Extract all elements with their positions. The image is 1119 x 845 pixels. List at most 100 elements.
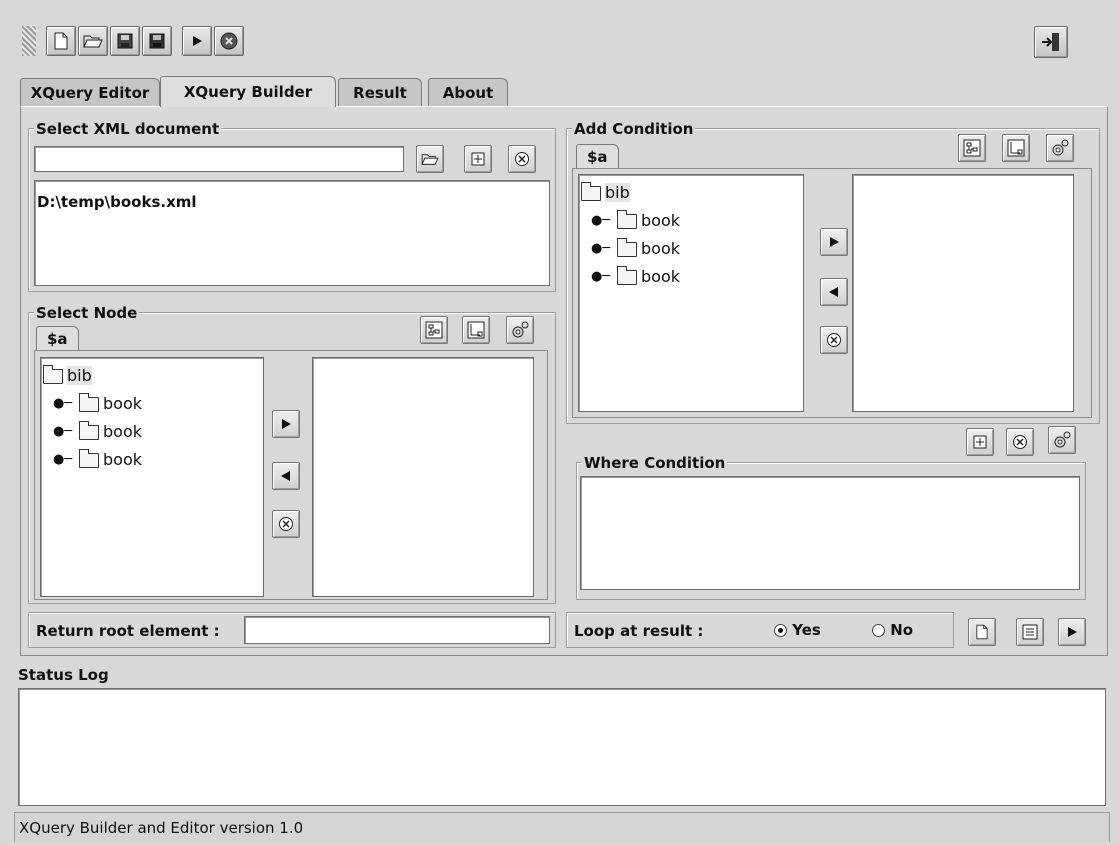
- expand-handle-icon[interactable]: ●─: [53, 425, 79, 438]
- expand-handle-icon[interactable]: ●─: [591, 242, 617, 255]
- expand-handle-icon[interactable]: ●─: [53, 453, 79, 466]
- add-condition-title: Add Condition: [572, 120, 696, 138]
- xml-path-input[interactable]: [34, 146, 404, 172]
- select-node-title: Select Node: [34, 304, 140, 322]
- save-icon: [117, 33, 133, 49]
- where-add-button[interactable]: [966, 428, 994, 456]
- add-condition-expand-button[interactable]: [1002, 134, 1030, 162]
- arrow-right-icon: [830, 237, 839, 247]
- tree-node-book[interactable]: ●─ book: [53, 392, 142, 414]
- add-condition-subtab[interactable]: $a: [576, 144, 619, 168]
- where-remove-button[interactable]: [1006, 428, 1034, 456]
- add-icon: [471, 152, 485, 166]
- add-icon: [973, 435, 987, 449]
- condition-nodes-list[interactable]: [852, 174, 1074, 412]
- status-bar-text: XQuery Builder and Editor version 1.0: [19, 819, 304, 837]
- select-node-remove-button[interactable]: [272, 462, 300, 490]
- loop-no-radio[interactable]: No: [872, 621, 913, 639]
- execute-query-button[interactable]: [1058, 618, 1086, 646]
- where-settings-button[interactable]: [1048, 426, 1076, 454]
- where-condition-area[interactable]: [580, 476, 1080, 590]
- gear-icon: [1054, 431, 1071, 448]
- add-condition-tree[interactable]: bib ●─ book ●─ book ●─ book: [578, 174, 804, 412]
- tree-root-bib[interactable]: bib: [581, 181, 630, 203]
- select-node-expand-button[interactable]: [462, 316, 490, 344]
- add-xml-button[interactable]: [464, 145, 492, 173]
- tab-about[interactable]: About: [428, 78, 508, 106]
- stop-button[interactable]: [214, 26, 244, 56]
- loop-yes-radio[interactable]: Yes: [774, 621, 821, 639]
- select-node-tree-view-button[interactable]: [420, 316, 448, 344]
- browse-xml-button[interactable]: [416, 145, 444, 173]
- select-xml-title: Select XML document: [34, 120, 222, 138]
- folder-icon: [581, 181, 601, 201]
- expand-handle-icon[interactable]: ●─: [591, 270, 617, 283]
- folder-icon: [79, 420, 99, 440]
- stop-icon: [220, 32, 238, 50]
- tree-node-book[interactable]: ●─ book: [591, 209, 680, 231]
- folder-icon: [617, 209, 637, 229]
- xml-document-list[interactable]: D:\temp\books.xml: [34, 180, 550, 286]
- tree-root-bib[interactable]: bib: [43, 364, 92, 386]
- expand-node-icon: [1007, 139, 1025, 157]
- save-as-button[interactable]: [142, 26, 172, 56]
- tree-view-icon: [963, 139, 981, 157]
- xml-document-item[interactable]: D:\temp\books.xml: [37, 193, 197, 211]
- folder-icon: [617, 237, 637, 257]
- expand-node-icon: [467, 321, 485, 339]
- add-condition-settings-button[interactable]: [1046, 134, 1074, 162]
- gear-icon: [512, 321, 529, 338]
- run-button[interactable]: [182, 26, 212, 56]
- new-file-button[interactable]: [46, 26, 76, 56]
- tree-node-book[interactable]: ●─ book: [591, 265, 680, 287]
- tab-xquery-builder[interactable]: XQuery Builder: [160, 76, 336, 107]
- exit-icon: [1042, 33, 1059, 51]
- select-node-clear-button[interactable]: [272, 510, 300, 538]
- folder-icon: [79, 392, 99, 412]
- tab-xquery-editor[interactable]: XQuery Editor: [20, 78, 160, 106]
- expand-handle-icon[interactable]: ●─: [591, 214, 617, 227]
- gear-icon: [1052, 139, 1069, 156]
- return-root-label: Return root element :: [36, 622, 220, 640]
- remove-icon: [279, 517, 293, 531]
- folder-icon: [79, 448, 99, 468]
- arrow-left-icon: [829, 287, 838, 297]
- select-node-tree[interactable]: bib ●─ book ●─ book ●─ book: [40, 357, 264, 597]
- status-log-area[interactable]: [18, 688, 1106, 806]
- tree-node-book[interactable]: ●─ book: [591, 237, 680, 259]
- tree-node-book[interactable]: ●─ book: [53, 448, 142, 470]
- exit-button[interactable]: [1034, 26, 1068, 58]
- new-file-icon: [976, 624, 988, 640]
- open-folder-icon: [83, 35, 103, 48]
- return-root-input[interactable]: [244, 616, 550, 644]
- arrow-right-icon: [282, 419, 291, 429]
- add-condition-remove-button[interactable]: [820, 278, 848, 306]
- remove-icon: [827, 333, 841, 347]
- save-button[interactable]: [110, 26, 140, 56]
- add-condition-tree-view-button[interactable]: [958, 134, 986, 162]
- play-icon: [193, 36, 202, 46]
- tab-result[interactable]: Result: [338, 78, 422, 106]
- remove-icon: [1013, 435, 1027, 449]
- expand-handle-icon[interactable]: ●─: [53, 397, 79, 410]
- radio-unselected-icon[interactable]: [872, 624, 885, 637]
- tree-node-book[interactable]: ●─ book: [53, 420, 142, 442]
- status-log-title: Status Log: [18, 666, 109, 684]
- view-query-button[interactable]: [1016, 618, 1044, 646]
- select-node-settings-button[interactable]: [506, 316, 534, 344]
- open-folder-icon: [421, 154, 439, 165]
- folder-icon: [617, 265, 637, 285]
- selected-nodes-list[interactable]: [312, 357, 534, 597]
- new-query-button[interactable]: [968, 618, 996, 646]
- radio-selected-icon[interactable]: [774, 624, 787, 637]
- toolbar-grip[interactable]: [22, 26, 36, 56]
- arrow-left-icon: [281, 471, 290, 481]
- select-node-add-button[interactable]: [272, 410, 300, 438]
- remove-xml-button[interactable]: [508, 145, 536, 173]
- open-file-button[interactable]: [78, 26, 108, 56]
- new-file-icon: [54, 32, 68, 50]
- add-condition-clear-button[interactable]: [820, 326, 848, 354]
- add-condition-add-button[interactable]: [820, 228, 848, 256]
- remove-icon: [515, 152, 529, 166]
- select-node-subtab[interactable]: $a: [36, 326, 79, 350]
